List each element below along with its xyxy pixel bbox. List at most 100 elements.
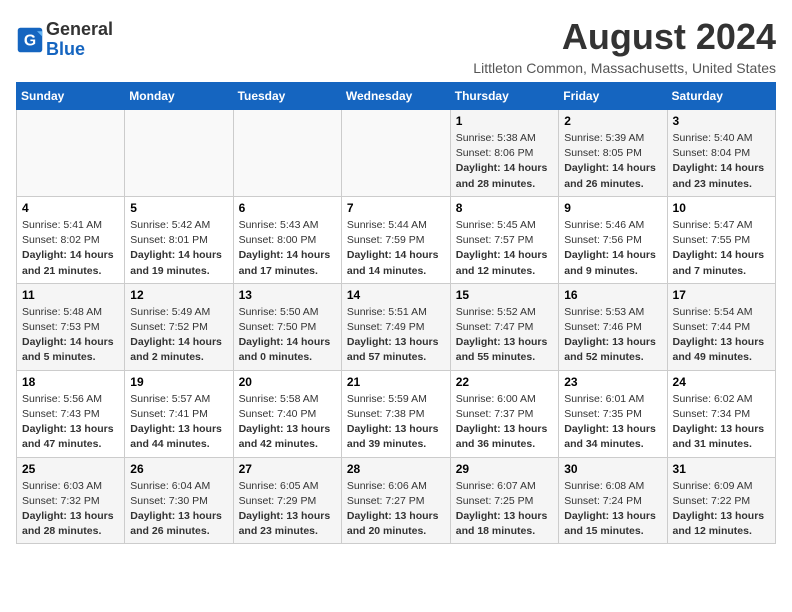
header-day-monday: Monday: [125, 83, 233, 110]
day-info: Sunrise: 6:00 AMSunset: 7:37 PMDaylight:…: [456, 392, 554, 453]
calendar-cell: 23Sunrise: 6:01 AMSunset: 7:35 PMDayligh…: [559, 370, 667, 457]
logo-icon: G: [16, 26, 44, 54]
header-day-tuesday: Tuesday: [233, 83, 341, 110]
week-row-4: 18Sunrise: 5:56 AMSunset: 7:43 PMDayligh…: [17, 370, 776, 457]
day-info: Sunrise: 6:06 AMSunset: 7:27 PMDaylight:…: [347, 479, 445, 540]
day-info: Sunrise: 5:52 AMSunset: 7:47 PMDaylight:…: [456, 305, 554, 366]
day-number: 24: [673, 375, 770, 389]
calendar-table: SundayMondayTuesdayWednesdayThursdayFrid…: [16, 82, 776, 544]
day-info: Sunrise: 5:51 AMSunset: 7:49 PMDaylight:…: [347, 305, 445, 366]
day-info: Sunrise: 6:03 AMSunset: 7:32 PMDaylight:…: [22, 479, 119, 540]
title-section: August 2024 Littleton Common, Massachuse…: [473, 16, 776, 76]
calendar-cell: 19 Sunrise: 5:57 AMSunset: 7:41 PMDayligh…: [125, 370, 233, 457]
logo-text: General Blue: [46, 20, 113, 60]
header-day-wednesday: Wednesday: [341, 83, 450, 110]
day-info: Sunrise: 6:04 AMSunset: 7:30 PMDaylight:…: [130, 479, 227, 540]
day-info: Sunrise: 5:46 AMSunset: 7:56 PMDaylight:…: [564, 218, 661, 279]
day-number: 19: [130, 375, 227, 389]
header-day-sunday: Sunday: [17, 83, 125, 110]
calendar-cell: [125, 110, 233, 197]
calendar-cell: 22 Sunrise: 6:00 AMSunset: 7:37 PMDayligh…: [450, 370, 559, 457]
calendar-cell: [341, 110, 450, 197]
calendar-cell: 7Sunrise: 5:44 AMSunset: 7:59 PMDaylight…: [341, 196, 450, 283]
day-info: Sunrise: 6:02 AMSunset: 7:34 PMDaylight:…: [673, 392, 770, 453]
day-number: 30: [564, 462, 661, 476]
day-number: 27: [239, 462, 336, 476]
calendar-cell: 10 Sunrise: 5:47 AMSunset: 7:55 PMDayligh…: [667, 196, 775, 283]
calendar-cell: 17 Sunrise: 5:54 AMSunset: 7:44 PMDayligh…: [667, 283, 775, 370]
day-info: Sunrise: 5:40 AMSunset: 8:04 PMDaylight:…: [673, 131, 770, 192]
calendar-cell: 20Sunrise: 5:58 AMSunset: 7:40 PMDayligh…: [233, 370, 341, 457]
day-number: 22: [456, 375, 554, 389]
calendar-cell: 9 Sunrise: 5:46 AMSunset: 7:56 PMDaylight…: [559, 196, 667, 283]
day-number: 17: [673, 288, 770, 302]
day-info: Sunrise: 5:44 AMSunset: 7:59 PMDaylight:…: [347, 218, 445, 279]
calendar-cell: 28 Sunrise: 6:06 AMSunset: 7:27 PMDayligh…: [341, 457, 450, 544]
day-number: 14: [347, 288, 445, 302]
day-info: Sunrise: 5:45 AMSunset: 7:57 PMDaylight:…: [456, 218, 554, 279]
header-row: SundayMondayTuesdayWednesdayThursdayFrid…: [17, 83, 776, 110]
day-info: Sunrise: 6:08 AMSunset: 7:24 PMDaylight:…: [564, 479, 661, 540]
day-number: 25: [22, 462, 119, 476]
page-header: G General Blue August 2024 Littleton Com…: [16, 16, 776, 76]
week-row-3: 11 Sunrise: 5:48 AMSunset: 7:53 PMDayligh…: [17, 283, 776, 370]
calendar-cell: 26 Sunrise: 6:04 AMSunset: 7:30 PMDayligh…: [125, 457, 233, 544]
day-info: Sunrise: 5:43 AMSunset: 8:00 PMDaylight:…: [239, 218, 336, 279]
day-info: Sunrise: 6:09 AMSunset: 7:22 PMDaylight:…: [673, 479, 770, 540]
calendar-cell: 12 Sunrise: 5:49 AMSunset: 7:52 PMDayligh…: [125, 283, 233, 370]
calendar-cell: [17, 110, 125, 197]
calendar-cell: 14 Sunrise: 5:51 AMSunset: 7:49 PMDayligh…: [341, 283, 450, 370]
calendar-cell: 30 Sunrise: 6:08 AMSunset: 7:24 PMDayligh…: [559, 457, 667, 544]
day-info: Sunrise: 6:05 AMSunset: 7:29 PMDaylight:…: [239, 479, 336, 540]
logo: G General Blue: [16, 20, 113, 60]
svg-text:G: G: [24, 32, 36, 49]
day-info: Sunrise: 5:49 AMSunset: 7:52 PMDaylight:…: [130, 305, 227, 366]
day-number: 1: [456, 114, 554, 128]
day-number: 28: [347, 462, 445, 476]
day-info: Sunrise: 5:56 AMSunset: 7:43 PMDaylight:…: [22, 392, 119, 453]
day-info: Sunrise: 5:48 AMSunset: 7:53 PMDaylight:…: [22, 305, 119, 366]
calendar-cell: 8 Sunrise: 5:45 AMSunset: 7:57 PMDaylight…: [450, 196, 559, 283]
calendar-header: SundayMondayTuesdayWednesdayThursdayFrid…: [17, 83, 776, 110]
day-number: 10: [673, 201, 770, 215]
day-info: Sunrise: 5:54 AMSunset: 7:44 PMDaylight:…: [673, 305, 770, 366]
week-row-5: 25 Sunrise: 6:03 AMSunset: 7:32 PMDayligh…: [17, 457, 776, 544]
header-day-saturday: Saturday: [667, 83, 775, 110]
day-info: Sunrise: 5:50 AMSunset: 7:50 PMDaylight:…: [239, 305, 336, 366]
calendar-cell: 15 Sunrise: 5:52 AMSunset: 7:47 PMDayligh…: [450, 283, 559, 370]
day-info: Sunrise: 5:41 AMSunset: 8:02 PMDaylight:…: [22, 218, 119, 279]
day-number: 2: [564, 114, 661, 128]
calendar-cell: 29Sunrise: 6:07 AMSunset: 7:25 PMDayligh…: [450, 457, 559, 544]
day-number: 3: [673, 114, 770, 128]
calendar-cell: 31Sunrise: 6:09 AMSunset: 7:22 PMDayligh…: [667, 457, 775, 544]
day-number: 21: [347, 375, 445, 389]
day-info: Sunrise: 5:53 AMSunset: 7:46 PMDaylight:…: [564, 305, 661, 366]
day-info: Sunrise: 5:47 AMSunset: 7:55 PMDaylight:…: [673, 218, 770, 279]
day-number: 5: [130, 201, 227, 215]
calendar-cell: 6Sunrise: 5:43 AMSunset: 8:00 PMDaylight…: [233, 196, 341, 283]
calendar-cell: 11 Sunrise: 5:48 AMSunset: 7:53 PMDayligh…: [17, 283, 125, 370]
calendar-cell: 24 Sunrise: 6:02 AMSunset: 7:34 PMDayligh…: [667, 370, 775, 457]
day-number: 9: [564, 201, 661, 215]
calendar-cell: 2 Sunrise: 5:39 AMSunset: 8:05 PMDaylight…: [559, 110, 667, 197]
day-info: Sunrise: 5:39 AMSunset: 8:05 PMDaylight:…: [564, 131, 661, 192]
day-number: 11: [22, 288, 119, 302]
calendar-cell: 4Sunrise: 5:41 AMSunset: 8:02 PMDaylight…: [17, 196, 125, 283]
day-number: 12: [130, 288, 227, 302]
day-info: Sunrise: 5:38 AMSunset: 8:06 PMDaylight:…: [456, 131, 554, 192]
day-number: 8: [456, 201, 554, 215]
calendar-cell: 5Sunrise: 5:42 AMSunset: 8:01 PMDaylight…: [125, 196, 233, 283]
calendar-cell: 16 Sunrise: 5:53 AMSunset: 7:46 PMDayligh…: [559, 283, 667, 370]
day-info: Sunrise: 5:57 AMSunset: 7:41 PMDaylight:…: [130, 392, 227, 453]
calendar-body: 1 Sunrise: 5:38 AMSunset: 8:06 PMDaylight…: [17, 110, 776, 544]
calendar-cell: 1 Sunrise: 5:38 AMSunset: 8:06 PMDaylight…: [450, 110, 559, 197]
calendar-cell: 13Sunrise: 5:50 AMSunset: 7:50 PMDayligh…: [233, 283, 341, 370]
day-number: 29: [456, 462, 554, 476]
calendar-cell: 3 Sunrise: 5:40 AMSunset: 8:04 PMDaylight…: [667, 110, 775, 197]
month-year-title: August 2024: [473, 16, 776, 58]
calendar-cell: 21Sunrise: 5:59 AMSunset: 7:38 PMDayligh…: [341, 370, 450, 457]
day-number: 26: [130, 462, 227, 476]
calendar-cell: 27 Sunrise: 6:05 AMSunset: 7:29 PMDayligh…: [233, 457, 341, 544]
day-number: 16: [564, 288, 661, 302]
day-number: 15: [456, 288, 554, 302]
